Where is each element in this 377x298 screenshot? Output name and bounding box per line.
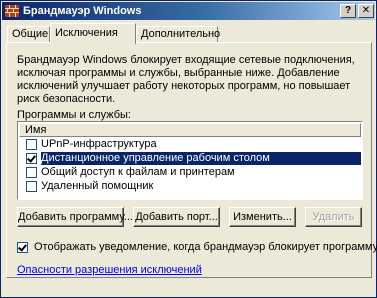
window-title: Брандмауэр Windows: [23, 5, 142, 17]
programs-list[interactable]: Имя UPnP-инфраструктура Дистанционное уп…: [17, 121, 363, 200]
list-item-remote-desktop[interactable]: Дистанционное управление рабочим столом: [20, 152, 361, 165]
help-button[interactable]: ?: [340, 4, 356, 18]
list-item-upnp[interactable]: UPnP-инфраструктура: [20, 138, 359, 151]
exceptions-risk-link[interactable]: Опасности разрешения исключений: [17, 264, 202, 276]
tab-exceptions[interactable]: Исключения: [50, 23, 136, 44]
remote-desktop-checkbox[interactable]: [26, 153, 37, 164]
close-button[interactable]: ✕: [358, 4, 374, 18]
remote-assistance-checkbox[interactable]: [26, 181, 37, 192]
notify-checkbox[interactable]: [17, 242, 28, 253]
list-item-label: Общий доступ к файлам и принтерам: [41, 166, 235, 178]
firewall-window: Брандмауэр Windows ? ✕ Общие Исключения …: [0, 0, 377, 298]
add-program-button[interactable]: Добавить программу...: [17, 207, 133, 227]
file-printer-sharing-checkbox[interactable]: [26, 167, 37, 178]
exceptions-description: Брандмауэр Windows блокирует входящие се…: [17, 54, 355, 105]
list-item-remote-assistance[interactable]: Удаленный помощник: [20, 180, 359, 193]
edit-button[interactable]: Изменить...: [229, 207, 296, 227]
delete-button: Удалить: [305, 207, 362, 227]
programs-label: Программы и службы:: [17, 109, 131, 121]
title-bar[interactable]: Брандмауэр Windows ? ✕: [2, 2, 375, 20]
list-item-label: Дистанционное управление рабочим столом: [41, 152, 361, 165]
add-port-button[interactable]: Добавить порт...: [133, 207, 220, 227]
tab-general[interactable]: Общие: [7, 26, 50, 43]
firewall-icon: [5, 4, 19, 18]
upnp-checkbox[interactable]: [26, 139, 37, 150]
notify-label[interactable]: Отображать уведомление, когда брандмауэр…: [34, 241, 377, 254]
list-item-file-printer-sharing[interactable]: Общий доступ к файлам и принтерам: [20, 166, 359, 179]
column-header-name[interactable]: Имя: [19, 123, 361, 137]
list-item-label: UPnP-инфраструктура: [41, 138, 157, 150]
list-item-label: Удаленный помощник: [41, 180, 154, 192]
tab-advanced[interactable]: Дополнительно: [136, 26, 220, 43]
